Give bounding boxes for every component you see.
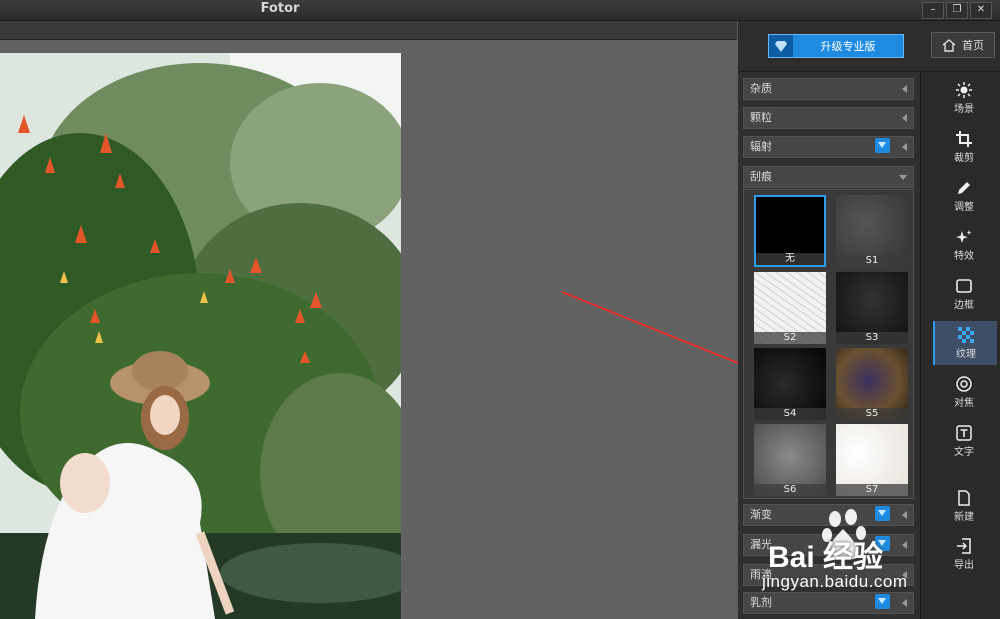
photo-preview (0, 53, 401, 619)
frame-icon (956, 279, 972, 293)
texture-thumb-s7[interactable]: S7 (836, 424, 908, 496)
thumb-label: S3 (836, 332, 908, 344)
tool-effects[interactable]: 特效 (933, 223, 995, 267)
focus-icon (956, 376, 972, 392)
section-label: 乳剂 (750, 596, 772, 609)
tool-scene[interactable]: 场景 (933, 76, 995, 120)
section-emulsion[interactable]: 乳剂 (743, 592, 914, 614)
close-button[interactable]: ✕ (970, 2, 992, 19)
watermark-brand: Bai 经验 (768, 541, 884, 574)
section-grain[interactable]: 颗粒 (743, 107, 914, 129)
thumb-label: S5 (836, 408, 908, 420)
crop-icon (956, 131, 972, 147)
collapse-arrow-icon (902, 114, 907, 122)
collapse-arrow-icon (902, 599, 907, 607)
tool-label: 文字 (954, 447, 974, 458)
thumb-label: S1 (836, 255, 908, 267)
texture-thumb-none[interactable]: 无 (754, 195, 826, 267)
pencil-icon (958, 182, 970, 194)
texture-thumb-s6[interactable]: S6 (754, 424, 826, 496)
collapse-arrow-icon (902, 143, 907, 151)
app-title: Fotor (260, 1, 300, 16)
section-label: 颗粒 (750, 111, 772, 124)
window-controls: – ❐ ✕ (922, 2, 992, 19)
sun-icon (956, 82, 972, 98)
upgrade-label: 升级专业版 (820, 40, 876, 53)
section-impurity[interactable]: 杂质 (743, 78, 914, 100)
texture-thumb-s3[interactable]: S3 (836, 272, 908, 344)
texture-thumb-s5[interactable]: S5 (836, 348, 908, 420)
title-bar: Fotor – ❐ ✕ (0, 0, 1000, 21)
editor-canvas[interactable] (0, 40, 737, 619)
thumb-label: S7 (836, 484, 908, 496)
texture-grid: 无 S1 S2 S3 S4 S5 S6 S7 (743, 189, 914, 499)
thumb-label: S4 (754, 408, 826, 420)
texture-icon (958, 327, 974, 343)
tool-label: 特效 (954, 251, 974, 262)
tool-focus[interactable]: 对焦 (933, 370, 995, 414)
tool-frame[interactable]: 边框 (933, 272, 995, 316)
thumb-label: 无 (756, 253, 824, 265)
tool-adjust[interactable]: 调整 (933, 174, 995, 218)
section-label: 辐射 (750, 140, 772, 153)
tool-label: 对焦 (954, 398, 974, 409)
texture-thumb-s2[interactable]: S2 (754, 272, 826, 344)
minimize-button[interactable]: – (922, 2, 944, 19)
section-radiation[interactable]: 辐射 (743, 136, 914, 158)
tool-label: 裁剪 (954, 153, 974, 164)
expand-arrow-icon (899, 175, 907, 180)
watermark-url: jingyan.baidu.com (762, 572, 908, 591)
section-label: 杂质 (750, 82, 772, 95)
upgrade-button[interactable]: 升级专业版 (768, 34, 904, 58)
texture-thumb-s1[interactable]: S1 (836, 195, 908, 267)
thumb-label: S6 (754, 484, 826, 496)
pro-badge-icon (875, 594, 890, 609)
panel-header: 升级专业版 首页 (738, 21, 1000, 72)
tool-texture[interactable]: 纹理 (933, 321, 997, 365)
collapse-arrow-icon (902, 85, 907, 93)
diamond-icon (769, 35, 793, 57)
tool-text[interactable]: 文字 (933, 419, 995, 463)
tool-label: 调整 (954, 202, 974, 213)
tool-crop[interactable]: 裁剪 (933, 125, 995, 169)
sparkle-icon (956, 230, 972, 243)
section-label: 刮痕 (750, 170, 772, 183)
texture-thumb-s4[interactable]: S4 (754, 348, 826, 420)
section-scratches[interactable]: 刮痕 (743, 166, 914, 188)
tool-label: 边框 (954, 300, 974, 311)
tool-label: 场景 (954, 104, 974, 115)
pro-badge-icon (875, 138, 890, 153)
home-label: 首页 (962, 39, 984, 52)
tool-label: 纹理 (956, 349, 976, 360)
home-icon (942, 38, 956, 52)
new-file-icon (958, 490, 970, 506)
maximize-button[interactable]: ❐ (946, 2, 968, 19)
thumb-label: S2 (754, 332, 826, 344)
canvas-toolbar (0, 21, 737, 40)
home-button[interactable]: 首页 (931, 32, 995, 58)
text-icon (956, 425, 972, 441)
